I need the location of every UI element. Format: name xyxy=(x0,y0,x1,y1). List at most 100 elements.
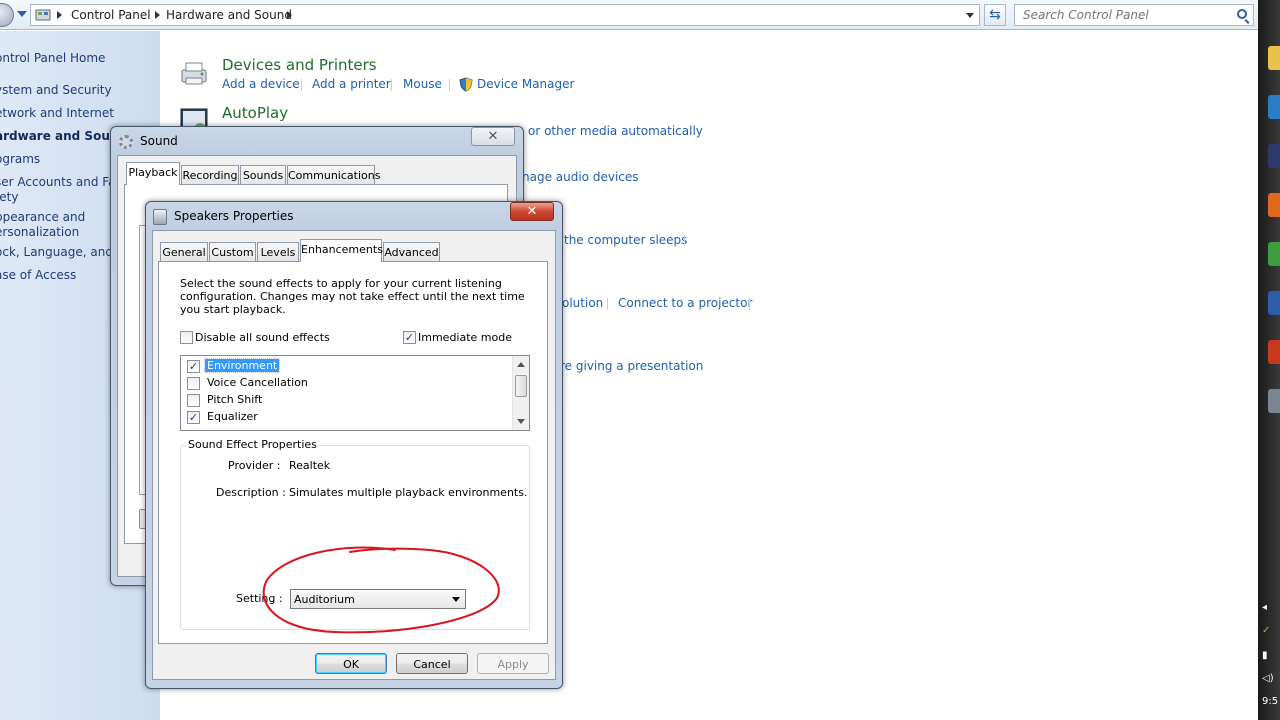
autoplay-title[interactable]: AutoPlay xyxy=(222,104,288,122)
adjust-resolution-link[interactable]: olution xyxy=(562,296,603,310)
effect-name[interactable]: Equalizer xyxy=(205,410,260,423)
computer-sleeps-link[interactable]: the computer sleeps xyxy=(564,233,687,247)
clock[interactable]: 9:5 xyxy=(1262,696,1278,707)
recent-pages-dropdown-icon[interactable] xyxy=(17,11,27,17)
tab-custom[interactable]: Custom xyxy=(209,242,256,262)
breadcrumb-separator-icon[interactable] xyxy=(57,11,62,19)
refresh-button[interactable]: ⇆ xyxy=(984,4,1006,26)
tab-sounds[interactable]: Sounds xyxy=(240,165,286,185)
nav-hardware-and-sound[interactable]: ardware and Sound xyxy=(0,129,127,144)
device-manager-link[interactable]: Device Manager xyxy=(477,77,574,91)
tab-general[interactable]: General xyxy=(160,242,208,262)
sound-effects-list[interactable]: ✓ Environment Voice Cancellation Pitch S… xyxy=(180,355,530,431)
effect-name[interactable]: Voice Cancellation xyxy=(205,376,310,389)
provider-label: Provider : xyxy=(228,459,281,472)
breadcrumb-separator-icon[interactable] xyxy=(155,11,160,19)
autoplay-media-link[interactable]: or other media automatically xyxy=(528,124,703,138)
setting-value[interactable]: Auditorium xyxy=(294,593,355,606)
uac-shield-icon xyxy=(459,77,473,92)
link-separator xyxy=(301,79,302,91)
speakers-icon xyxy=(153,209,167,225)
add-a-device-link[interactable]: Add a device xyxy=(222,77,300,91)
nav-system-and-security[interactable]: ystem and Security xyxy=(0,83,112,98)
cancel-button[interactable]: Cancel xyxy=(396,653,468,674)
speakers-close-button[interactable]: ✕ xyxy=(510,202,554,221)
immediate-mode-checkbox[interactable]: ✓ xyxy=(403,331,416,344)
setting-dropdown[interactable]: Auditorium xyxy=(290,589,466,609)
link-separator xyxy=(449,79,450,91)
link-separator xyxy=(749,298,750,310)
breadcrumb-control-panel[interactable]: Control Panel xyxy=(71,8,151,22)
nav-clock-language-region[interactable]: ock, Language, and R xyxy=(0,245,125,260)
provider-value: Realtek xyxy=(289,459,331,472)
effect-name[interactable]: Environment xyxy=(203,358,281,373)
ok-button[interactable]: OK xyxy=(315,653,387,674)
scroll-up-icon[interactable] xyxy=(517,362,525,367)
nav-programs[interactable]: ograms xyxy=(0,152,40,167)
effect-checkbox[interactable]: ✓ xyxy=(187,360,200,373)
tab-enhancements[interactable]: Enhancements xyxy=(300,239,383,262)
search-box[interactable] xyxy=(1014,4,1254,26)
speakers-dialog-client: General Custom Levels Enhancements Advan… xyxy=(152,230,556,680)
tab-advanced[interactable]: Advanced xyxy=(383,242,440,262)
effect-checkbox[interactable] xyxy=(187,377,200,390)
nav-ease-of-access[interactable]: ase of Access xyxy=(0,268,76,283)
outlook-icon[interactable] xyxy=(1268,291,1280,315)
mouse-link[interactable]: Mouse xyxy=(403,77,442,91)
address-field[interactable]: Control Panel Hardware and Sound xyxy=(30,4,980,26)
enhancements-instructions: Select the sound effects to apply for yo… xyxy=(180,277,525,316)
show-hidden-icons-icon[interactable]: ◂ xyxy=(1262,602,1267,613)
office-icon[interactable] xyxy=(1268,340,1280,364)
apply-button[interactable]: Apply xyxy=(477,653,549,674)
scroll-down-icon[interactable] xyxy=(517,419,525,424)
disable-all-effects-checkbox[interactable] xyxy=(180,331,193,344)
chrome-icon[interactable] xyxy=(1268,242,1280,266)
tab-levels[interactable]: Levels xyxy=(257,242,299,262)
effect-name[interactable]: Pitch Shift xyxy=(205,393,264,406)
search-input[interactable] xyxy=(1015,5,1225,25)
effects-scrollbar[interactable] xyxy=(512,356,529,430)
sound-dialog-title: Sound xyxy=(140,134,178,148)
immediate-mode-label[interactable]: Immediate mode xyxy=(418,331,512,344)
nav-control-panel-home[interactable]: ontrol Panel Home xyxy=(0,51,105,66)
presentation-settings-link[interactable]: re giving a presentation xyxy=(560,359,703,373)
folder-icon[interactable] xyxy=(1268,46,1280,70)
address-history-dropdown-icon[interactable] xyxy=(966,13,974,18)
breadcrumb-separator-icon[interactable] xyxy=(287,11,292,19)
devices-and-printers-title[interactable]: Devices and Printers xyxy=(222,56,377,74)
add-a-printer-link[interactable]: Add a printer xyxy=(312,77,391,91)
dropdown-arrow-icon[interactable] xyxy=(452,597,460,602)
sound-effect-properties-title: Sound Effect Properties xyxy=(186,438,319,451)
link-separator xyxy=(684,235,685,247)
manage-audio-devices-link[interactable]: nage audio devices xyxy=(522,170,639,184)
tab-recording[interactable]: Recording xyxy=(181,165,239,185)
sound-close-button[interactable]: ✕ xyxy=(471,127,515,146)
network-icon[interactable]: ✓ xyxy=(1262,625,1270,636)
nav-user-accounts-line2[interactable]: fety xyxy=(0,190,18,205)
volume-icon[interactable]: ◁) xyxy=(1262,673,1274,684)
breadcrumb-hardware-and-sound[interactable]: Hardware and Sound xyxy=(166,8,292,22)
app-icon[interactable] xyxy=(1268,95,1280,119)
scroll-thumb[interactable] xyxy=(515,375,527,397)
nav-appearance-line2[interactable]: ersonalization xyxy=(0,225,79,240)
speakers-properties-dialog: Speakers Properties ✕ General Custom Lev… xyxy=(145,201,563,689)
tab-communications[interactable]: Communications xyxy=(287,165,380,185)
connect-to-projector-link[interactable]: Connect to a projector xyxy=(618,296,752,310)
tab-playback[interactable]: Playback xyxy=(126,162,180,185)
nav-appearance[interactable]: ppearance and xyxy=(0,210,85,225)
search-icon[interactable] xyxy=(1237,9,1247,19)
app-icon[interactable] xyxy=(1268,144,1280,168)
speakers-dialog-title: Speakers Properties xyxy=(174,209,294,223)
back-button[interactable] xyxy=(0,3,14,27)
link-separator xyxy=(391,79,392,91)
description-label: Description : xyxy=(216,486,286,499)
firefox-icon[interactable] xyxy=(1268,193,1280,217)
effect-checkbox[interactable]: ✓ xyxy=(187,411,200,424)
disable-all-effects-label[interactable]: Disable all sound effects xyxy=(195,331,330,344)
address-bar: Control Panel Hardware and Sound ⇆ xyxy=(0,0,1258,30)
effect-checkbox[interactable] xyxy=(187,394,200,407)
control-panel-taskbar-icon[interactable] xyxy=(1268,389,1280,413)
nav-network-and-internet[interactable]: etwork and Internet xyxy=(0,106,114,121)
nav-user-accounts[interactable]: ser Accounts and Fam xyxy=(0,175,127,190)
battery-icon[interactable]: ▮ xyxy=(1262,650,1268,661)
